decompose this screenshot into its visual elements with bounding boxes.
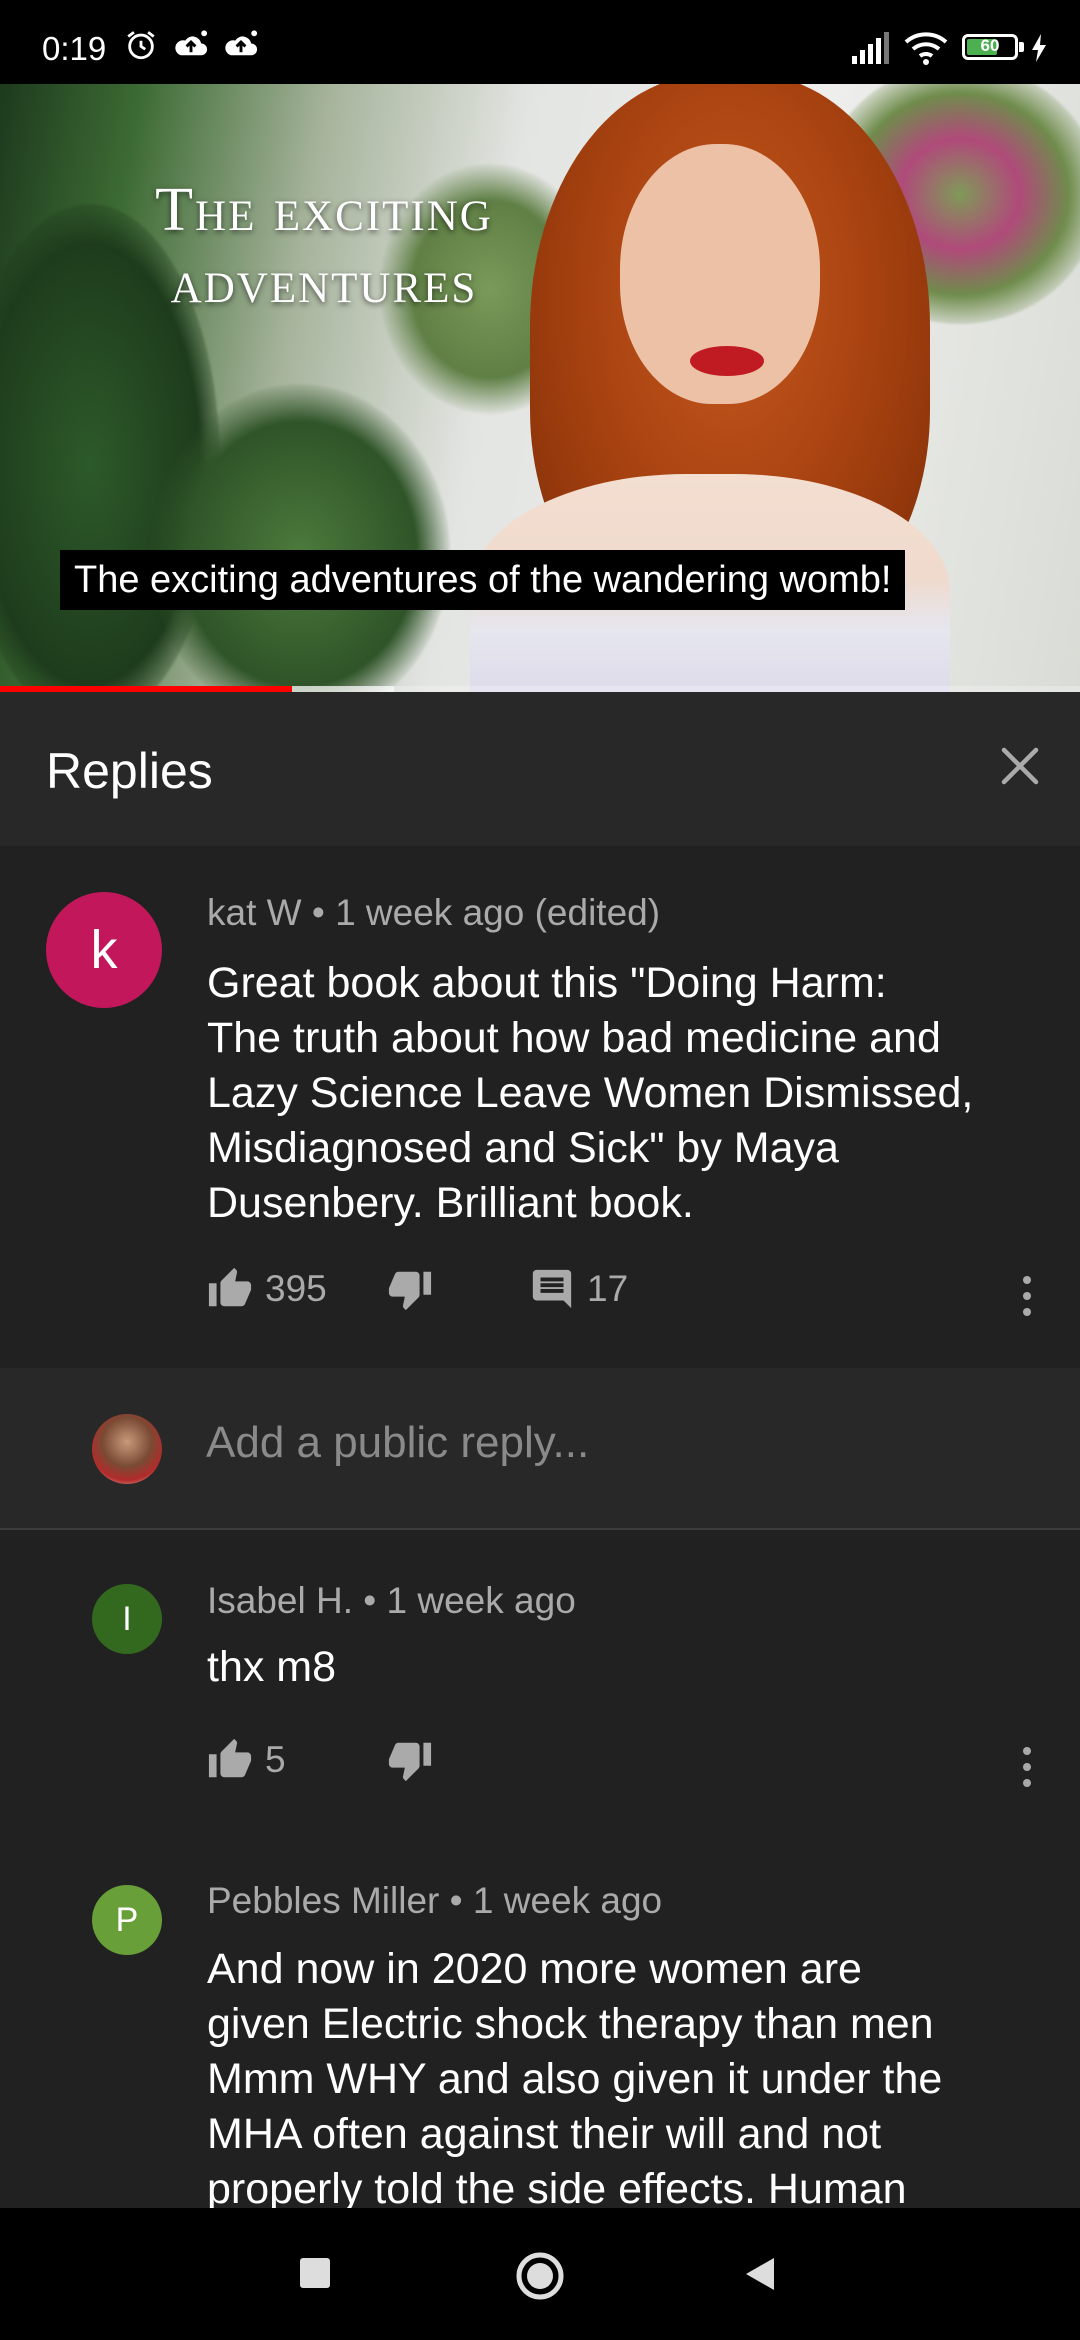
comment-meta: Isabel H. • 1 week ago: [207, 1580, 576, 1622]
thumbs-down-icon: [388, 1742, 432, 1782]
comment-text-line: Dusenbery. Brilliant book.: [207, 1179, 694, 1227]
recents-square-icon[interactable]: [300, 2258, 330, 2288]
reply-item: P Pebbles Miller • 1 week ago And now in…: [0, 1830, 1080, 2208]
close-icon[interactable]: [990, 736, 1050, 796]
comment-text-line: Lazy Science Leave Women Dismissed,: [207, 1069, 974, 1117]
like-count: 395: [265, 1268, 327, 1309]
cloud-upload-icon: [225, 30, 258, 56]
comment-text: thx m8: [207, 1640, 336, 1695]
more-options-icon[interactable]: [1007, 1266, 1047, 1326]
avatar-letter: k: [90, 920, 118, 980]
reply-count-button[interactable]: 17: [529, 1266, 628, 1312]
meta-separator: •: [363, 1580, 387, 1621]
dislike-button[interactable]: [387, 1737, 433, 1783]
comment-author[interactable]: Isabel H.: [207, 1580, 353, 1621]
video-title-overlay: The exciting adventures: [64, 174, 584, 318]
signal-icon: [852, 32, 889, 64]
comment-text: And now in 2020 more women are given Ele…: [207, 1942, 942, 2208]
status-bar: 0:19 60: [0, 0, 1080, 84]
user-avatar: [92, 1414, 162, 1484]
dislike-button[interactable]: [387, 1266, 433, 1312]
parent-comment: k kat W • 1 week ago (edited) Great book…: [0, 846, 1080, 1368]
alarm-icon: [127, 31, 155, 60]
avatar[interactable]: I: [92, 1584, 162, 1654]
comment-text-line: And now in 2020 more women are: [207, 1945, 862, 1993]
cloud-upload-icon: [175, 30, 208, 56]
comment-text-line: Mmm WHY and also given it under the: [207, 2055, 943, 2103]
comment-author[interactable]: kat W: [207, 892, 302, 933]
comment-text-line: The truth about how bad medicine and: [207, 1014, 941, 1062]
reply-input[interactable]: Add a public reply...: [206, 1418, 589, 1468]
thumbs-up-icon: [208, 1267, 252, 1307]
avatar[interactable]: k: [46, 892, 162, 1008]
charging-icon: [1032, 34, 1046, 62]
comment-text-line: thx m8: [207, 1643, 337, 1691]
comment-text-line: Misdiagnosed and Sick" by Maya: [207, 1124, 839, 1172]
video-title-line-2: adventures: [170, 248, 478, 316]
avatar-letter: I: [122, 1599, 132, 1638]
comment-time: 1 week ago: [386, 1580, 576, 1621]
status-time: 0:19: [42, 30, 107, 67]
meta-separator: •: [311, 892, 336, 933]
more-options-icon[interactable]: [1007, 1737, 1047, 1797]
home-circle-icon[interactable]: [514, 2250, 566, 2302]
comment-text-line: Great book about this "Doing Harm:: [207, 959, 887, 1007]
comment-time: 1 week ago (edited): [335, 892, 661, 933]
comment-text-line: given Electric shock therapy than men: [207, 2000, 934, 2048]
like-count: 5: [265, 1739, 286, 1780]
comment-icon: [532, 1269, 572, 1309]
comment-actions: 395 17: [207, 1266, 1047, 1326]
presenter-lips: [690, 346, 764, 376]
avatar-letter: P: [115, 1900, 139, 1939]
reply-input-row[interactable]: Add a public reply...: [0, 1368, 1080, 1528]
replies-header: Replies: [0, 692, 1080, 846]
avatar[interactable]: P: [92, 1885, 162, 1955]
comment-text-line: MHA often against their will and not: [207, 2110, 882, 2158]
comment-meta: kat W • 1 week ago (edited): [207, 892, 660, 934]
replies-title: Replies: [46, 743, 213, 799]
comment-author[interactable]: Pebbles Miller: [207, 1880, 439, 1921]
video-caption: The exciting adventures of the wandering…: [60, 550, 906, 610]
like-button[interactable]: 395: [207, 1266, 327, 1312]
like-button[interactable]: 5: [207, 1737, 286, 1783]
battery-level: 60: [980, 36, 1000, 55]
back-triangle-icon[interactable]: [740, 2254, 780, 2294]
comment-text-line: properly told the side effects. Human: [207, 2165, 907, 2208]
comment-time: 1 week ago: [472, 1880, 663, 1921]
thumbs-down-icon: [388, 1271, 432, 1311]
video-title-line-1: The exciting: [155, 176, 493, 244]
comment-actions: 5: [207, 1737, 1047, 1797]
meta-separator: •: [449, 1880, 473, 1921]
comment-text: Great book about this "Doing Harm: The t…: [207, 956, 973, 1231]
video-player[interactable]: The exciting adventures The exciting adv…: [0, 84, 1080, 692]
comment-meta: Pebbles Miller • 1 week ago: [207, 1880, 662, 1922]
reply-item: I Isabel H. • 1 week ago thx m8 5: [0, 1530, 1080, 1830]
reply-count: 17: [587, 1268, 629, 1309]
wifi-icon: [904, 32, 948, 65]
battery-icon: 60: [962, 34, 1024, 60]
thumbs-up-icon: [208, 1738, 252, 1778]
system-nav-bar: [0, 2208, 1080, 2340]
